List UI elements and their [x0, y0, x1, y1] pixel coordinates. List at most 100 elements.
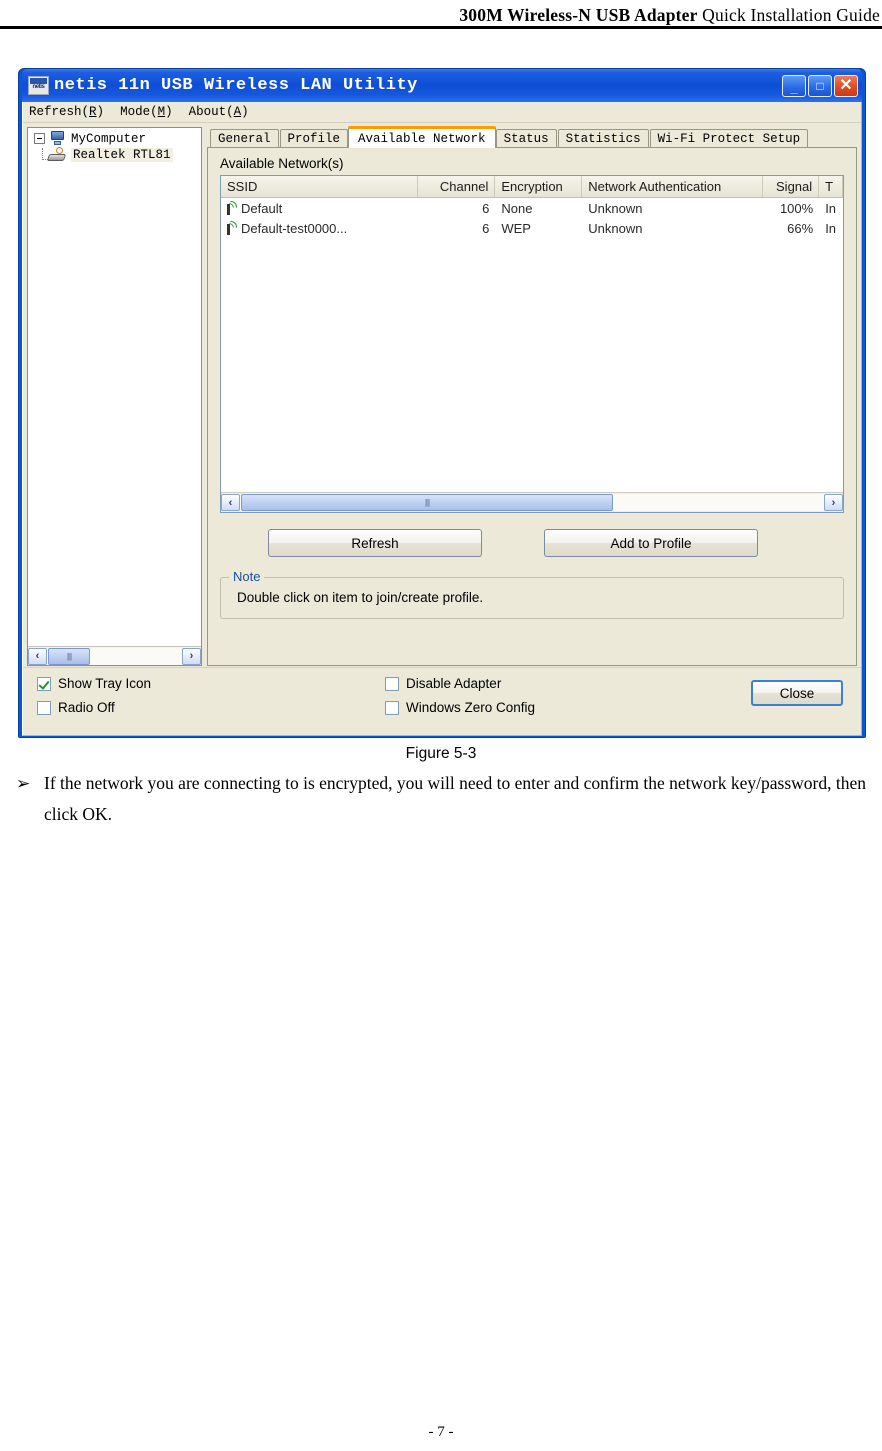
menu-item-mode[interactable]: Mode(M)	[120, 105, 173, 119]
tab-content-available-network: Available Network(s) SSID Channel Encryp…	[207, 147, 857, 666]
menu-about-label: About	[188, 105, 227, 119]
menu-mode-label: Mode	[120, 105, 151, 119]
main-split-area: MyComputer Realtek RTL81 ‹ |||| › Genera…	[23, 123, 861, 666]
checkbox-column-right: Disable Adapter Windows Zero Config	[385, 676, 535, 724]
cell-authentication: Unknown	[588, 220, 643, 236]
tab-available-network[interactable]: Available Network	[348, 126, 496, 148]
tree-scroll-left-arrow[interactable]: ‹	[28, 647, 47, 665]
cell-signal: 66%	[787, 220, 814, 236]
listview-scroll-track[interactable]: ||||	[240, 494, 824, 511]
checkbox-show-tray-icon-label: Show Tray Icon	[58, 676, 152, 691]
collapse-expander-icon[interactable]	[34, 133, 45, 144]
note-text: Double click on item to join/create prof…	[237, 590, 484, 605]
cell-encryption: None	[501, 200, 533, 216]
menu-bar: Refresh(R) Mode(M) About(A)	[23, 102, 861, 123]
cell-ssid: Default	[241, 200, 283, 216]
checkbox-column-left: Show Tray Icon Radio Off	[37, 676, 151, 724]
minimize-button[interactable]: _	[782, 74, 806, 97]
tab-wifi-protect-setup[interactable]: Wi-Fi Protect Setup	[649, 129, 809, 148]
tree-scroll-track[interactable]: ||||	[47, 647, 182, 665]
column-header-ssid[interactable]: SSID	[221, 176, 419, 197]
header-divider-rule	[0, 26, 882, 29]
tree-scroll-right-arrow[interactable]: ›	[182, 647, 201, 665]
cell-encryption: WEP	[501, 220, 531, 236]
checkbox-windows-zero-config[interactable]: Windows Zero Config	[385, 700, 535, 715]
action-button-row: Refresh Add to Profile	[220, 529, 844, 557]
cell-authentication: Unknown	[588, 200, 643, 216]
window-controls: _ □ ✕	[782, 74, 858, 97]
tree-node-mycomputer-label: MyComputer	[71, 131, 147, 146]
listview-scroll-thumb[interactable]: ||||	[241, 494, 613, 511]
close-icon: ✕	[839, 76, 853, 94]
listview-scroll-right-arrow[interactable]: ›	[824, 494, 843, 511]
checkbox-checked-icon[interactable]	[37, 676, 51, 691]
tab-status[interactable]: Status	[495, 129, 557, 148]
wifi-signal-icon	[225, 221, 238, 235]
bullet-paragraph: ➢ If the network you are connecting to i…	[16, 768, 866, 830]
cell-type: In	[825, 220, 837, 236]
tree-scroll-thumb[interactable]: ||||	[48, 647, 90, 665]
tab-panel: General Profile Available Network Status…	[207, 126, 857, 666]
menu-about-accel: A	[233, 105, 242, 119]
checkbox-unchecked-icon[interactable]	[385, 676, 399, 691]
add-to-profile-button[interactable]: Add to Profile	[544, 529, 758, 557]
tab-general[interactable]: General	[210, 129, 279, 148]
wireless-lan-utility-window: netis 11n USB Wireless LAN Utility _ □ ✕…	[18, 68, 866, 738]
tab-profile[interactable]: Profile	[279, 129, 349, 148]
note-groupbox: Note Double click on item to join/create…	[220, 569, 844, 619]
note-title: Note	[229, 569, 265, 584]
cell-channel: 6	[482, 200, 490, 216]
bullet-arrow-icon: ➢	[16, 774, 31, 793]
column-header-network-authentication[interactable]: Network Authentication	[582, 176, 763, 197]
minimize-icon: _	[790, 79, 798, 95]
column-header-encryption[interactable]: Encryption	[495, 176, 583, 197]
header-product-name: 300M Wireless-N USB Adapter	[459, 4, 698, 25]
checkbox-unchecked-icon[interactable]	[37, 700, 51, 715]
menu-mode-accel: M	[157, 105, 166, 119]
adapter-tree-panel[interactable]: MyComputer Realtek RTL81 ‹ |||| ›	[27, 127, 202, 666]
checkbox-radio-off-label: Radio Off	[58, 700, 115, 715]
available-networks-listview[interactable]: SSID Channel Encryption Network Authenti…	[220, 175, 844, 513]
bullet-paragraph-text: If the network you are connecting to is …	[44, 773, 866, 824]
menu-refresh-accel: R	[89, 105, 97, 119]
tree-horizontal-scrollbar[interactable]: ‹ |||| ›	[28, 646, 201, 665]
column-header-signal[interactable]: Signal	[762, 176, 820, 197]
close-button[interactable]: Close	[751, 680, 843, 706]
cell-type: In	[825, 200, 837, 216]
checkbox-radio-off[interactable]: Radio Off	[37, 700, 151, 715]
listview-horizontal-scrollbar[interactable]: ‹ |||| ›	[221, 492, 843, 512]
cell-signal: 100%	[779, 200, 814, 216]
menu-item-about[interactable]: About(A)	[189, 105, 249, 119]
listview-scroll-left-arrow[interactable]: ‹	[221, 494, 240, 511]
maximize-button[interactable]: □	[808, 74, 832, 97]
close-window-button[interactable]: ✕	[834, 74, 858, 97]
table-row[interactable]: Default-test0000... 6 WEP Unknown 66% In	[221, 218, 843, 238]
window-title-bar[interactable]: netis 11n USB Wireless LAN Utility _ □ ✕	[22, 69, 862, 102]
tree-node-adapter[interactable]: Realtek RTL81	[28, 146, 201, 162]
figure-caption: Figure 5-3	[405, 745, 477, 762]
menu-item-refresh[interactable]: Refresh(R)	[29, 105, 104, 119]
wireless-adapter-icon	[46, 147, 67, 162]
available-networks-label: Available Network(s)	[220, 156, 344, 171]
checkbox-disable-adapter[interactable]: Disable Adapter	[385, 676, 535, 691]
table-row[interactable]: Default 6 None Unknown 100% In	[221, 198, 843, 218]
wifi-signal-icon	[225, 201, 238, 215]
checkbox-windows-zero-config-label: Windows Zero Config	[406, 700, 536, 715]
checkbox-disable-adapter-label: Disable Adapter	[406, 676, 502, 691]
cell-channel: 6	[482, 220, 490, 236]
column-header-type[interactable]: T	[819, 176, 843, 197]
checkbox-unchecked-icon[interactable]	[385, 700, 399, 715]
tree-node-mycomputer[interactable]: MyComputer	[28, 128, 201, 146]
checkbox-show-tray-icon[interactable]: Show Tray Icon	[37, 676, 151, 691]
tab-strip: General Profile Available Network Status…	[207, 126, 857, 148]
maximize-icon: □	[816, 78, 824, 93]
header-doc-type: Quick Installation Guide	[702, 4, 880, 25]
window-title: netis 11n USB Wireless LAN Utility	[54, 76, 418, 95]
document-header-text: 300M Wireless-N USB Adapter Quick Instal…	[459, 5, 882, 26]
column-header-channel[interactable]: Channel	[418, 176, 496, 197]
menu-refresh-label: Refresh	[29, 105, 82, 119]
tree-node-adapter-label: Realtek RTL81	[71, 147, 173, 162]
tab-statistics[interactable]: Statistics	[557, 129, 649, 148]
page-footer: - 7 -	[428, 1424, 454, 1440]
refresh-button[interactable]: Refresh	[268, 529, 482, 557]
